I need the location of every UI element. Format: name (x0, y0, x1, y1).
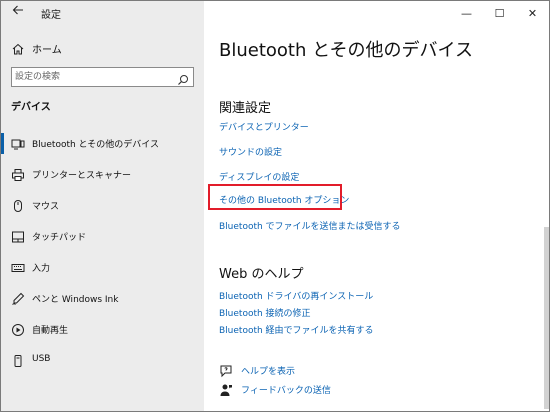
scrollbar[interactable] (544, 227, 549, 409)
feedback-label: フィードバックの送信 (241, 386, 331, 396)
link-send-receive-files[interactable]: Bluetooth でファイルを送信または受信する (219, 219, 401, 232)
bluetooth-devices-icon (11, 137, 25, 151)
sidebar-item-label: 入力 (32, 264, 51, 274)
settings-window: 設定 ホーム デバイス Bluetooth とその他のデバイス (0, 0, 550, 412)
sidebar-item-label: プリンターとスキャナー (32, 171, 132, 181)
close-icon: ✕ (527, 6, 538, 20)
link-reinstall-driver[interactable]: Bluetooth ドライバの再インストール (219, 289, 373, 302)
usb-icon (11, 354, 25, 368)
close-button[interactable]: ✕ (516, 1, 549, 25)
sidebar-item-label: 自動再生 (32, 326, 69, 336)
search-box[interactable] (11, 67, 194, 87)
mouse-icon (11, 199, 25, 213)
selection-indicator (1, 133, 4, 154)
sidebar-item-label: マウス (32, 202, 60, 212)
sidebar-item-pen[interactable]: ペンと Windows Ink (1, 284, 204, 315)
sidebar-item-label: タッチパッド (32, 233, 87, 243)
home-icon (11, 41, 25, 55)
link-share-files[interactable]: Bluetooth 経由でファイルを共有する (219, 323, 374, 336)
pen-icon (11, 292, 25, 306)
sidebar-item-label: ペンと Windows Ink (32, 295, 119, 305)
search-icon[interactable] (177, 71, 189, 85)
sidebar-item-printers[interactable]: プリンターとスキャナー (1, 160, 204, 191)
link-display-settings[interactable]: ディスプレイの設定 (219, 170, 299, 183)
web-help-heading: Web のヘルプ (219, 267, 304, 282)
get-help-label: ヘルプを表示 (241, 367, 296, 377)
app-title: 設定 (41, 10, 61, 21)
sidebar-section-heading: デバイス (11, 102, 51, 113)
main-content: — ☐ ✕ Bluetooth とその他のデバイス 関連設定 デバイスとプリンタ… (204, 1, 549, 411)
link-more-bluetooth-options[interactable]: その他の Bluetooth オプション (219, 193, 349, 206)
touchpad-icon (11, 230, 25, 244)
feedback-icon (219, 383, 233, 397)
sidebar-item-mouse[interactable]: マウス (1, 191, 204, 222)
link-devices-printers[interactable]: デバイスとプリンター (219, 120, 309, 133)
title-bar: 設定 (1, 1, 204, 25)
sidebar-item-touchpad[interactable]: タッチパッド (1, 222, 204, 253)
nav-home[interactable]: ホーム (1, 37, 204, 59)
maximize-button[interactable]: ☐ (483, 1, 516, 25)
get-help-item[interactable]: ヘルプを表示 (219, 363, 419, 379)
minimize-button[interactable]: — (450, 1, 483, 25)
feedback-item[interactable]: フィードバックの送信 (219, 382, 419, 398)
sidebar-item-autoplay[interactable]: 自動再生 (1, 315, 204, 346)
sidebar-nav: Bluetooth とその他のデバイス プリンターとスキャナー マウス タッチパ… (1, 129, 204, 377)
sidebar-item-bluetooth[interactable]: Bluetooth とその他のデバイス (1, 129, 204, 160)
related-settings-heading: 関連設定 (219, 101, 272, 116)
sidebar-item-usb[interactable]: USB (1, 346, 204, 377)
link-fix-connection[interactable]: Bluetooth 接続の修正 (219, 306, 311, 319)
back-button[interactable] (10, 4, 26, 20)
page-title: Bluetooth とその他のデバイス (219, 40, 474, 61)
home-label: ホーム (32, 45, 62, 56)
autoplay-icon (11, 323, 25, 337)
printer-icon (11, 168, 25, 182)
search-input[interactable] (15, 69, 173, 85)
window-controls: — ☐ ✕ (450, 1, 549, 25)
sidebar-item-label: Bluetooth とその他のデバイス (32, 140, 160, 150)
minimize-icon: — (461, 6, 472, 20)
sidebar-item-typing[interactable]: 入力 (1, 253, 204, 284)
sidebar-item-label: USB (32, 354, 51, 364)
keyboard-icon (11, 261, 25, 275)
maximize-icon: ☐ (494, 6, 505, 20)
sidebar: 設定 ホーム デバイス Bluetooth とその他のデバイス (1, 1, 204, 411)
help-icon (219, 364, 233, 378)
back-arrow-icon (12, 5, 23, 15)
link-sound-settings[interactable]: サウンドの設定 (219, 145, 282, 158)
